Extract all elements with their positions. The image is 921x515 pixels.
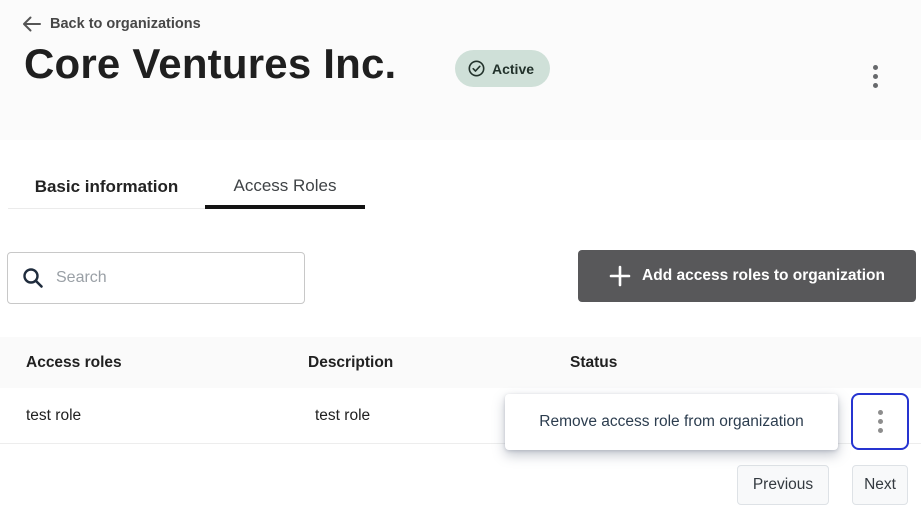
remove-access-role-tooltip: Remove access role from organization [505, 394, 838, 450]
page-header: Back to organizations Core Ventures Inc.… [0, 0, 921, 140]
tab-access-roles[interactable]: Access Roles [205, 166, 365, 209]
back-to-organizations-link[interactable]: Back to organizations [22, 16, 201, 32]
add-access-roles-button[interactable]: Add access roles to organization [578, 250, 916, 302]
row-actions-menu-button[interactable] [851, 393, 909, 450]
tooltip-label: Remove access role from organization [539, 413, 804, 430]
next-page-button[interactable]: Next [852, 465, 908, 505]
page-title: Core Ventures Inc. [24, 40, 397, 87]
tab-basic-information[interactable]: Basic information [8, 166, 205, 209]
column-header-description: Description [308, 353, 394, 371]
column-header-status: Status [570, 353, 618, 371]
search-input[interactable] [56, 269, 290, 287]
back-link-label: Back to organizations [50, 16, 201, 32]
cell-description: test role [315, 407, 371, 424]
vertical-ellipsis-icon [872, 64, 878, 70]
column-header-access-roles: Access roles [26, 353, 122, 371]
left-arrow-icon [22, 16, 41, 32]
magnifier-icon [22, 267, 44, 289]
previous-page-button[interactable]: Previous [737, 465, 829, 505]
status-badge: Active [455, 50, 551, 87]
status-badge-label: Active [492, 60, 535, 77]
table-header-row: Access roles Description Status [0, 337, 921, 388]
search-box [7, 252, 305, 304]
organization-menu-button[interactable] [860, 58, 890, 94]
tab-bar: Basic information Access Roles [8, 166, 365, 209]
cell-access-role: test role [26, 407, 82, 424]
check-circle-icon [468, 60, 485, 77]
organization-detail-page: Back to organizations Core Ventures Inc.… [0, 0, 921, 515]
vertical-ellipsis-icon [877, 410, 883, 433]
plus-icon [609, 265, 631, 287]
add-button-label: Add access roles to organization [642, 267, 885, 284]
